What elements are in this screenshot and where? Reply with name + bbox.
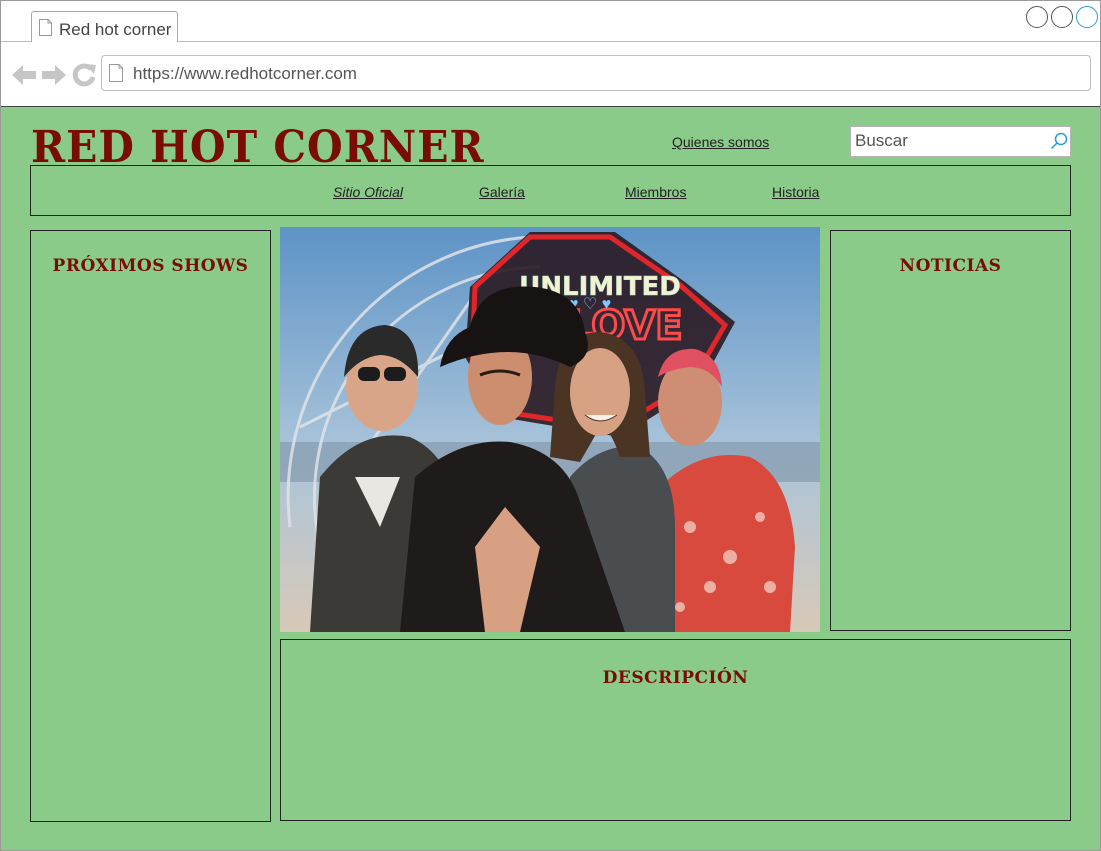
search-box[interactable] [850, 126, 1071, 157]
reload-icon[interactable] [71, 62, 97, 88]
band-photo: UNLIMITED LOVE ♥ ♡ ♥ [280, 227, 820, 632]
description-panel: DESCRIPCIÓN [280, 639, 1071, 821]
nav-official-site[interactable]: Sitio Oficial [333, 184, 403, 200]
nav-history[interactable]: Historia [772, 184, 819, 200]
page-icon [109, 64, 123, 82]
upcoming-shows-panel: PRÓXIMOS SHOWS [30, 230, 271, 822]
document-icon [39, 19, 52, 36]
tab-title: Red hot corner [59, 20, 172, 39]
upcoming-shows-title: PRÓXIMOS SHOWS [52, 256, 249, 276]
back-arrow-icon[interactable] [11, 62, 37, 88]
close-button[interactable] [1076, 6, 1098, 28]
minimize-button[interactable] [1026, 6, 1048, 28]
nav-gallery[interactable]: Galería [479, 184, 525, 200]
description-title: DESCRIPCIÓN [602, 668, 749, 688]
news-panel: NOTICIAS [830, 230, 1071, 631]
about-us-link[interactable]: Quienes somos [672, 134, 769, 150]
search-input[interactable] [855, 130, 1040, 152]
nav-members[interactable]: Miembros [625, 184, 686, 200]
main-nav: Sitio Oficial Galería Miembros Historia [30, 165, 1071, 216]
maximize-button[interactable] [1051, 6, 1073, 28]
address-bar[interactable]: https://www.redhotcorner.com [101, 55, 1091, 91]
browser-toolbar: https://www.redhotcorner.com [1, 42, 1100, 107]
tab-bar: Red hot corner [1, 1, 1100, 43]
browser-tab[interactable]: Red hot corner [31, 11, 178, 43]
url-text: https://www.redhotcorner.com [133, 64, 357, 83]
news-title: NOTICIAS [899, 256, 1002, 276]
search-icon[interactable] [1050, 132, 1068, 150]
page-content: RED HOT CORNER Quienes somos Sitio Ofici… [1, 107, 1100, 850]
forward-arrow-icon[interactable] [41, 62, 67, 88]
